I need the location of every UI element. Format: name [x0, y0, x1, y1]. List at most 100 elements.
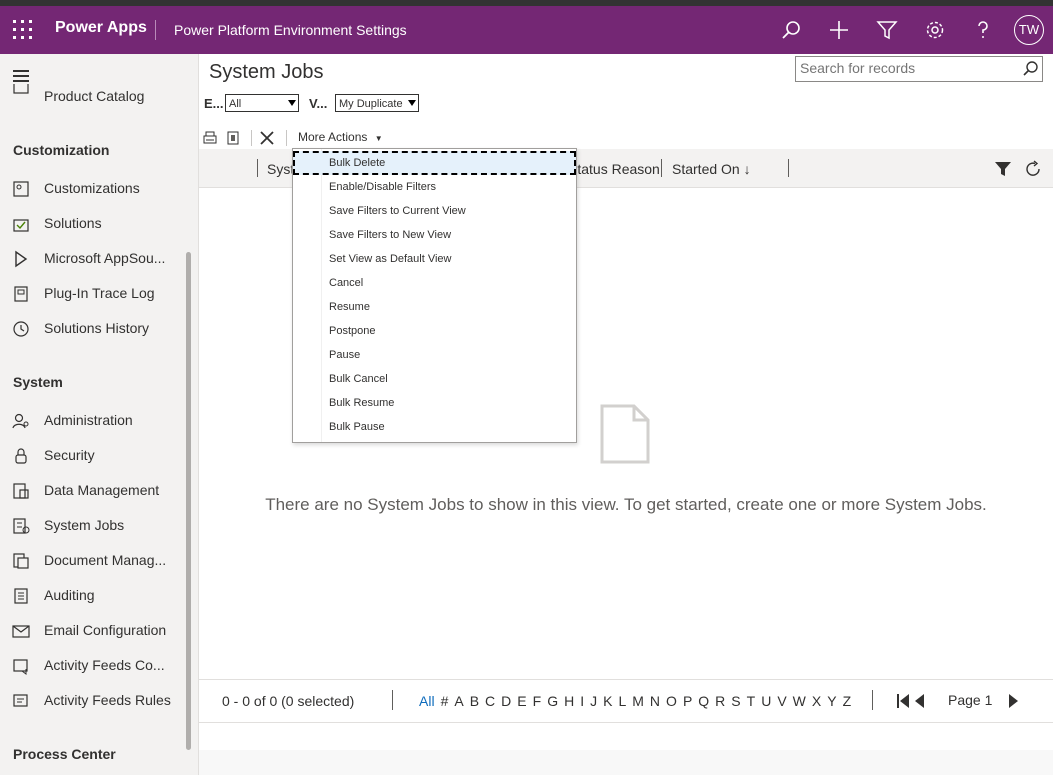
alpha-letter[interactable]: C — [485, 693, 495, 709]
hamburger-menu-icon[interactable] — [13, 70, 29, 82]
export-icon[interactable] — [225, 130, 241, 146]
alpha-letter[interactable]: D — [501, 693, 511, 709]
grid-filter-icon[interactable] — [994, 160, 1012, 178]
next-page-icon[interactable] — [1009, 694, 1019, 708]
alpha-hash[interactable]: # — [441, 693, 449, 709]
app-launcher-icon[interactable] — [13, 20, 33, 40]
menu-item-bulk-cancel[interactable]: Bulk Cancel — [293, 367, 576, 391]
add-icon[interactable] — [827, 18, 851, 42]
alpha-letter[interactable]: N — [650, 693, 660, 709]
help-icon[interactable] — [971, 18, 995, 42]
sort-descending-icon: ↓ — [743, 161, 751, 177]
sidebar-item-auditing[interactable]: Auditing — [0, 579, 186, 613]
record-count: 0 - 0 of 0 (0 selected) — [222, 693, 355, 709]
sidebar-item-data-management[interactable]: Data Management — [0, 474, 186, 508]
sidebar-item-solutions-history[interactable]: Solutions History — [0, 312, 186, 346]
alpha-letter[interactable]: Q — [698, 693, 709, 709]
alpha-letter[interactable]: X — [812, 693, 821, 709]
alpha-letter[interactable]: T — [747, 693, 756, 709]
alpha-letter[interactable]: E — [517, 693, 526, 709]
menu-item-save-filters-new[interactable]: Save Filters to New View — [293, 223, 576, 247]
sidebar-item-plugin-trace-log[interactable]: Plug-In Trace Log — [0, 277, 186, 311]
sidebar-item-label: Security — [44, 447, 95, 463]
sidebar-item-label: Activity Feeds Co... — [44, 657, 165, 673]
menu-item-label: Bulk Pause — [329, 421, 385, 433]
menu-item-save-filters-current[interactable]: Save Filters to Current View — [293, 199, 576, 223]
search-icon[interactable] — [779, 18, 803, 42]
column-header-status-reason[interactable]: Status Reason — [568, 161, 660, 177]
sidebar-item-label: Email Configuration — [44, 622, 167, 638]
sidebar-item-activity-feeds-rules[interactable]: Activity Feeds Rules — [0, 684, 186, 718]
alpha-letter[interactable]: P — [683, 693, 692, 709]
sidebar-item-activity-feeds-config[interactable]: Activity Feeds Co... — [0, 649, 186, 683]
user-avatar[interactable]: TW — [1014, 15, 1044, 45]
menu-item-label: Cancel — [329, 277, 364, 289]
alpha-letter[interactable]: A — [454, 693, 463, 709]
activity-rules-icon — [13, 694, 28, 707]
grid-footer: 0 - 0 of 0 (0 selected) All # A B C D E F G H I J K L… — [199, 679, 1053, 723]
entity-filter-label: E... — [204, 96, 224, 111]
alpha-letter[interactable]: V — [777, 693, 786, 709]
search-button-icon[interactable] — [1020, 56, 1043, 82]
menu-item-bulk-pause[interactable]: Bulk Pause — [293, 415, 576, 439]
more-actions-label: More Actions — [298, 130, 368, 144]
menu-item-postpone[interactable]: Postpone — [293, 319, 576, 343]
menu-item-enable-disable-filters[interactable]: Enable/Disable Filters — [293, 175, 576, 199]
alpha-letter[interactable]: M — [632, 693, 644, 709]
menu-item-resume[interactable]: Resume — [293, 295, 576, 319]
sidebar-item-email-configuration[interactable]: Email Configuration — [0, 614, 186, 648]
entity-filter-select[interactable]: All — [225, 94, 299, 112]
sidebar-item-solutions[interactable]: Solutions — [0, 207, 186, 241]
sidebar-item-label: Solutions — [44, 215, 102, 231]
sidebar-item-customizations[interactable]: Customizations — [0, 172, 186, 206]
sidebar-scrollbar[interactable] — [186, 252, 191, 750]
previous-page-icon[interactable] — [914, 694, 924, 708]
column-header-started-on[interactable]: Started On ↓ — [672, 161, 751, 177]
sidebar-item-document-management[interactable]: Document Manag... — [0, 544, 186, 578]
alpha-letter[interactable]: B — [470, 693, 479, 709]
menu-item-set-default-view[interactable]: Set View as Default View — [293, 247, 576, 271]
bottom-area — [199, 750, 1053, 775]
view-select[interactable]: My Duplicate — [335, 94, 419, 112]
alpha-letter[interactable]: I — [580, 693, 584, 709]
app-name[interactable]: Power Apps — [55, 19, 147, 37]
menu-item-pause[interactable]: Pause — [293, 343, 576, 367]
alpha-letter[interactable]: H — [564, 693, 574, 709]
alpha-letter[interactable]: F — [533, 693, 542, 709]
alpha-letter[interactable]: K — [603, 693, 612, 709]
gear-icon[interactable] — [923, 18, 947, 42]
menu-item-label: Postpone — [329, 325, 376, 337]
sidebar-item-appsource[interactable]: Microsoft AppSou... — [0, 242, 186, 276]
menu-item-bulk-delete[interactable]: Bulk Delete — [293, 151, 576, 175]
search-input[interactable] — [796, 57, 1004, 79]
alpha-letter[interactable]: O — [666, 693, 677, 709]
alpha-letter[interactable]: W — [793, 693, 806, 709]
alpha-letter[interactable]: L — [618, 693, 626, 709]
alpha-all[interactable]: All — [419, 693, 435, 709]
more-actions-button[interactable]: More Actions ▼ — [298, 130, 383, 144]
search-field[interactable] — [795, 56, 1022, 82]
chevron-down-icon — [288, 100, 296, 106]
sidebar-item-security[interactable]: Security — [0, 439, 186, 473]
close-icon[interactable] — [259, 130, 275, 146]
menu-item-cancel[interactable]: Cancel — [293, 271, 576, 295]
empty-state-message: There are no System Jobs to show in this… — [265, 495, 987, 514]
alpha-letter[interactable]: Y — [827, 693, 836, 709]
sidebar-item-system-jobs[interactable]: System Jobs — [0, 509, 186, 543]
auditing-icon — [14, 588, 28, 604]
refresh-icon[interactable] — [1023, 159, 1043, 179]
alpha-letter[interactable]: J — [590, 693, 597, 709]
column-header-name[interactable]: Syst — [267, 161, 294, 177]
print-icon[interactable] — [202, 130, 218, 146]
alpha-letter[interactable]: R — [715, 693, 725, 709]
sidebar-item-label: Administration — [44, 412, 133, 428]
alpha-letter[interactable]: S — [731, 693, 740, 709]
menu-item-bulk-resume[interactable]: Bulk Resume — [293, 391, 576, 415]
sidebar-item-product-catalog[interactable]: Product Catalog — [0, 84, 186, 104]
alpha-letter[interactable]: G — [547, 693, 558, 709]
alpha-letter[interactable]: U — [761, 693, 771, 709]
first-page-icon[interactable] — [897, 694, 909, 708]
sidebar-item-administration[interactable]: Administration — [0, 404, 186, 438]
filter-icon[interactable] — [875, 18, 899, 42]
alpha-letter[interactable]: Z — [843, 693, 852, 709]
